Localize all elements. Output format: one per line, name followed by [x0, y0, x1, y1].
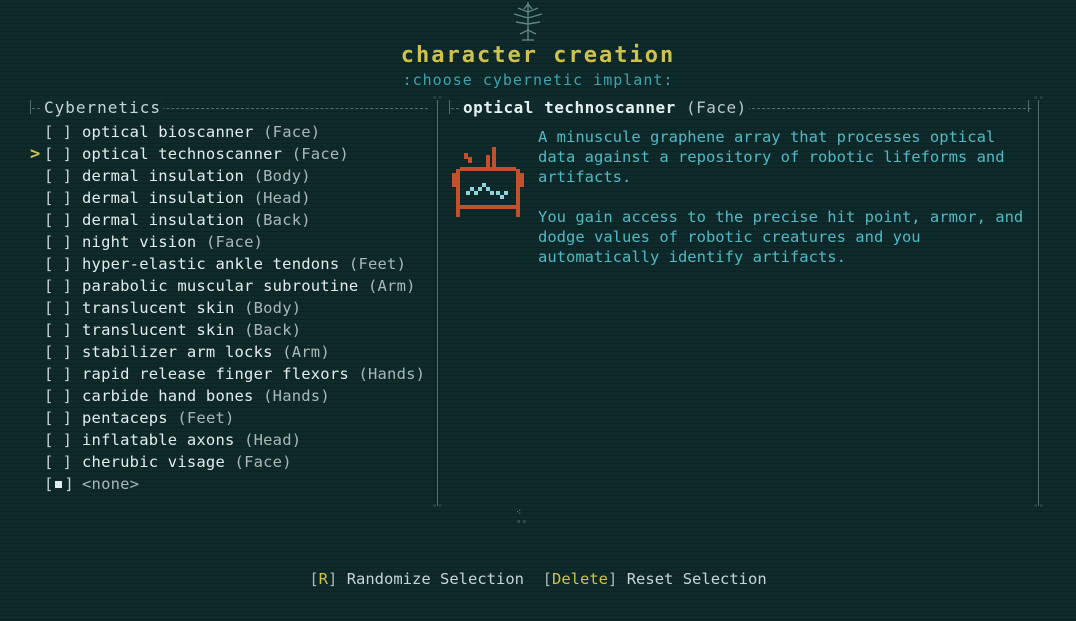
checkbox[interactable]: [ ]: [44, 341, 72, 363]
item-slot: (Feet): [348, 255, 407, 273]
checkbox[interactable]: [ ]: [44, 209, 72, 231]
list-item[interactable]: [ ] translucent skin (Back): [30, 319, 440, 341]
list-item[interactable]: [ ] pentaceps (Feet): [30, 407, 440, 429]
checkbox[interactable]: [ ]: [44, 165, 72, 187]
divider-top-cap: ◦◦: [432, 94, 443, 104]
item-slot: (Arm): [367, 277, 416, 295]
list-item[interactable]: [ ] dermal insulation (Head): [30, 187, 440, 209]
right-panel-title: optical technoscanner (Face): [461, 98, 749, 117]
item-slot: (Face): [205, 233, 264, 251]
item-slot: (Arm): [282, 343, 330, 361]
item-slot: (Back): [244, 321, 302, 339]
item-slot: (Face): [234, 453, 292, 471]
checkbox[interactable]: [ ]: [44, 275, 72, 297]
detail-slot: (Face): [685, 98, 747, 117]
item-name: hyper-elastic ankle tendons: [82, 255, 340, 273]
footer-controls: [R] Randomize Selection [Delete] Reset S…: [0, 570, 1076, 588]
item-name: rapid release finger flexors: [82, 365, 349, 383]
checkbox[interactable]: [ ]: [44, 363, 72, 385]
detail-name: optical technoscanner: [463, 98, 676, 117]
item-slot: (Head): [244, 431, 302, 449]
item-name: dermal insulation: [82, 211, 245, 229]
description-paragraph: A minuscule graphene array that processe…: [538, 128, 1005, 186]
item-name: carbide hand bones: [82, 387, 254, 405]
left-panel-edge: [30, 100, 31, 114]
item-slot: (Back): [253, 211, 311, 229]
item-name: <none>: [82, 475, 140, 493]
item-slot: (Feet): [177, 409, 235, 427]
list-item[interactable]: [ ] dermal insulation (Body): [30, 165, 440, 187]
checkbox[interactable]: [ ]: [44, 451, 72, 473]
list-item[interactable]: [ ] cherubic visage (Face): [30, 451, 440, 473]
checkbox[interactable]: [ ]: [44, 187, 72, 209]
item-slot: (Hands): [263, 387, 330, 405]
implant-description: A minuscule graphene array that processe…: [538, 127, 1038, 287]
divider-ornament-icon: ⁖ ◦◦: [516, 508, 527, 528]
checkbox-checked[interactable]: []: [44, 473, 74, 495]
list-item[interactable]: [ ] inflatable axons (Head): [30, 429, 440, 451]
item-name: translucent skin: [82, 299, 235, 317]
checkbox[interactable]: [ ]: [44, 231, 72, 253]
page-subtitle: :choose cybernetic implant:: [402, 71, 674, 89]
checkbox[interactable]: [ ]: [44, 253, 72, 275]
check-mark-icon: [55, 481, 63, 488]
list-item[interactable]: [ ] parabolic muscular subroutine (Arm): [30, 275, 440, 297]
checkbox[interactable]: [ ]: [44, 143, 72, 165]
item-slot: (Face): [291, 145, 349, 163]
randomize-key: R: [318, 570, 328, 588]
checkbox[interactable]: [ ]: [44, 407, 72, 429]
checkbox[interactable]: [ ]: [44, 385, 72, 407]
optical-technoscanner-icon: [452, 147, 524, 217]
item-name: inflatable axons: [82, 431, 235, 449]
item-name: parabolic muscular subroutine: [82, 277, 359, 295]
list-item-highlighted[interactable]: >[ ] optical technoscanner (Face): [30, 143, 440, 165]
item-name: stabilizer arm locks: [82, 343, 273, 361]
checkbox[interactable]: [ ]: [44, 429, 72, 451]
selection-cursor-icon: >: [30, 144, 41, 164]
randomize-button[interactable]: [R] Randomize Selection: [309, 570, 524, 588]
description-paragraph: You gain access to the precise hit point…: [538, 208, 1024, 266]
list-item[interactable]: [ ] stabilizer arm locks (Arm): [30, 341, 440, 363]
item-name: translucent skin: [82, 321, 235, 339]
right-top-cap: ◦◦: [1033, 94, 1044, 104]
right-panel-tick: [1028, 100, 1029, 112]
list-item[interactable]: [ ] hyper-elastic ankle tendons (Feet): [30, 253, 440, 275]
right-bottom-cap: ◦◦: [1033, 502, 1044, 512]
item-slot: (Body): [244, 299, 302, 317]
divider-bottom-cap: ◦◦: [432, 502, 443, 512]
item-name: pentaceps: [82, 409, 168, 427]
list-item[interactable]: [ ] rapid release finger flexors (Hands): [30, 363, 440, 385]
checkbox[interactable]: [ ]: [44, 121, 72, 143]
item-name: night vision: [82, 233, 197, 251]
list-item-none[interactable]: [] <none>: [30, 473, 440, 495]
item-slot: (Head): [253, 189, 311, 207]
reset-label: Reset Selection: [626, 570, 767, 588]
right-panel-border: [1038, 100, 1039, 506]
list-item[interactable]: [ ] translucent skin (Body): [30, 297, 440, 319]
emblem-icon: [513, 2, 543, 41]
checkbox[interactable]: [ ]: [44, 319, 72, 341]
checkbox[interactable]: [ ]: [44, 297, 72, 319]
list-item[interactable]: [ ] carbide hand bones (Hands): [30, 385, 440, 407]
right-panel-edge: [449, 100, 450, 114]
item-name: optical technoscanner: [82, 145, 283, 163]
left-panel-title: Cybernetics: [42, 98, 163, 117]
item-name: dermal insulation: [82, 167, 245, 185]
item-slot: (Face): [263, 123, 321, 141]
item-slot: (Body): [253, 167, 311, 185]
list-item[interactable]: [ ] night vision (Face): [30, 231, 440, 253]
item-slot: (Hands): [358, 365, 426, 383]
reset-button[interactable]: [Delete] Reset Selection: [543, 570, 767, 588]
list-item[interactable]: [ ] optical bioscanner (Face): [30, 121, 440, 143]
item-name: dermal insulation: [82, 189, 245, 207]
cybernetics-list: [ ] optical bioscanner (Face) >[ ] optical…: [30, 121, 440, 495]
list-item[interactable]: [ ] dermal insulation (Back): [30, 209, 440, 231]
reset-key: Delete: [552, 570, 609, 588]
item-name: optical bioscanner: [82, 123, 254, 141]
item-name: cherubic visage: [82, 453, 225, 471]
randomize-label: Randomize Selection: [346, 570, 524, 588]
page-title: character creation: [400, 43, 676, 68]
